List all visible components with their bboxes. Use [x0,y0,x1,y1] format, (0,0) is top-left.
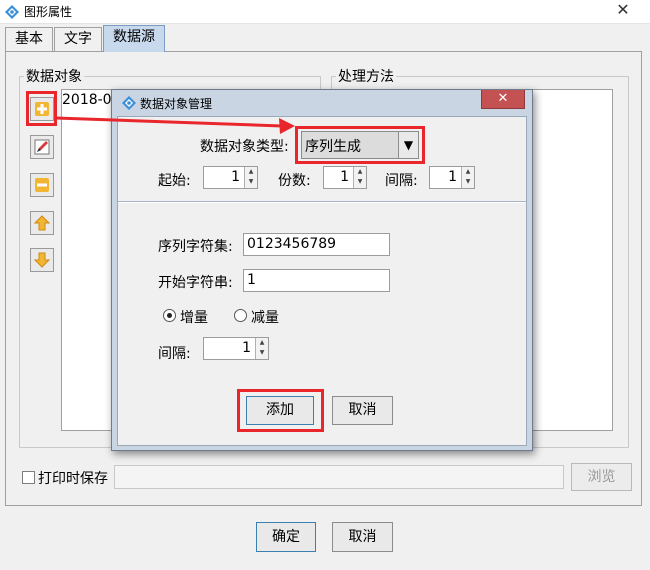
arrow-shaft [55,116,283,128]
annotation-arrow [55,116,295,134]
arrow-head [279,118,295,134]
